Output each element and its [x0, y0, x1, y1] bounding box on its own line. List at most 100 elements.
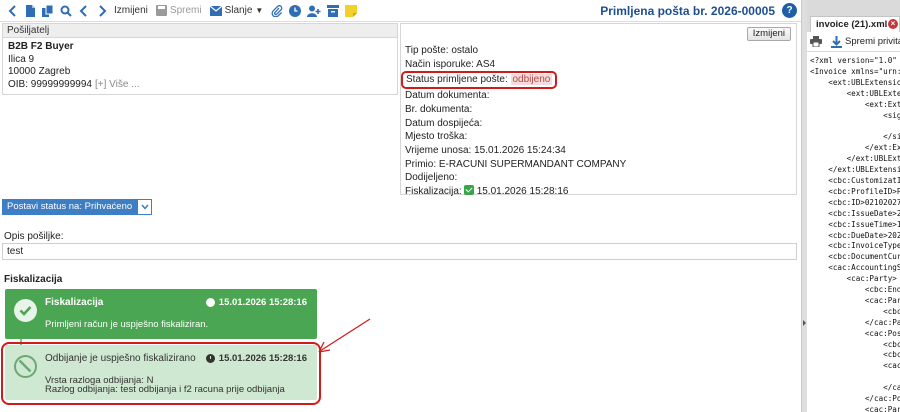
- xml-line: <cbc: [810, 306, 900, 316]
- assigned-to: Dodijeljeno:: [405, 172, 458, 184]
- status-highlight: Status primljene pošte: odbijeno: [401, 71, 558, 90]
- sender-city: 10000 Zagreb: [8, 66, 71, 77]
- tab-label: invoice (21).xml: [816, 19, 888, 30]
- save-button[interactable]: Spremi: [154, 2, 204, 20]
- rejection-card: Odbijanje je uspješno fiskalizirano 15.0…: [5, 345, 317, 400]
- card-title: Odbijanje je uspješno fiskalizirano: [45, 353, 196, 364]
- xml-line: <ext:UBLExtensio: [810, 77, 900, 87]
- send-label: Slanje: [224, 5, 253, 16]
- show-more-link[interactable]: [+] Više ...: [95, 79, 140, 90]
- document-info-panel: Izmijeni Tip pošte: ostalo Način isporuk…: [400, 23, 797, 198]
- chevron-down-icon: [141, 204, 149, 210]
- set-status-control: Postavi status na: Prihvaćeno: [2, 199, 153, 215]
- description-field[interactable]: test: [2, 243, 797, 260]
- save-attachment-button[interactable]: Spremi privitak: [845, 36, 900, 47]
- xml-line: <cac:AccountingS: [810, 263, 900, 273]
- clock-icon: [205, 298, 215, 307]
- sender-panel-header: Pošiljatelj: [3, 24, 397, 38]
- xml-line: <cac:Pos: [810, 328, 900, 338]
- xml-line: <cbc:IssueTime>1: [810, 219, 900, 229]
- doc-type: Tip pošte: ostalo: [405, 45, 479, 56]
- copy-icon[interactable]: [40, 2, 56, 20]
- cost-place: Mjesto troška:: [405, 131, 468, 143]
- xml-line: <cbc: [810, 339, 900, 349]
- xml-line: <?xml version="1.0" e: [810, 56, 900, 65]
- viewer-toolbar: Spremi privitak: [807, 32, 900, 52]
- status-label: Status primljene pošte:: [406, 74, 508, 86]
- viewer-tabbar: invoice (21).xml ×: [807, 0, 900, 32]
- back-icon[interactable]: [4, 2, 20, 20]
- xml-line: </ext:Ex: [810, 143, 900, 153]
- card-time-text: 15.01.2026 15:28:16: [218, 297, 307, 308]
- new-document-icon[interactable]: [22, 2, 38, 20]
- fiscalization-section-title: Fiskalizacija: [4, 274, 63, 285]
- sender-oib: OIB: 99999999994: [8, 78, 92, 90]
- toolbar: Izmijeni Spremi Slanje ▼ Primljena pošta…: [0, 0, 801, 22]
- xml-line: <cbc: [810, 350, 900, 360]
- xml-line: </cac:Pa: [810, 317, 900, 327]
- edit-info-button[interactable]: Izmijeni: [746, 27, 791, 41]
- previous-icon[interactable]: [76, 2, 92, 20]
- sender-panel: Pošiljatelj B2B F2 Buyer Ilica 9 10000 Z…: [2, 23, 398, 95]
- document-date: Datum dokumenta:: [405, 90, 490, 102]
- help-icon[interactable]: ?: [782, 3, 797, 18]
- fiscalization-time: 15.01.2026 15:28:16: [476, 186, 569, 198]
- set-status-button[interactable]: Postavi status na: Prihvaćeno: [2, 199, 138, 215]
- tab-invoice-xml[interactable]: invoice (21).xml ×: [810, 16, 900, 32]
- xml-line: [810, 121, 900, 132]
- xml-line: <cbc:CustomizatI: [810, 175, 900, 185]
- save-label: Spremi: [169, 5, 202, 16]
- next-icon[interactable]: [94, 2, 110, 20]
- send-menu-button[interactable]: Slanje ▼: [208, 2, 266, 20]
- sender-company: B2B F2 Buyer: [8, 41, 74, 52]
- xml-line: <cbc:End: [810, 285, 900, 295]
- delivery-method: Način isporuke: AS4: [405, 58, 496, 70]
- check-icon: [463, 185, 474, 196]
- xml-line: <cbc:ProfileID>P: [810, 186, 900, 196]
- xml-line: <cbc:InvoiceType: [810, 241, 900, 251]
- xml-content: <?xml version="1.0" e <Invoice xmlns="urn…: [807, 52, 900, 412]
- prohibited-icon: [14, 355, 37, 378]
- xml-line: <cac:Par: [810, 405, 900, 412]
- xml-line: <cac: [810, 361, 900, 371]
- xml-line: <cbc:ID>02102027: [810, 197, 900, 207]
- fiscalization-label: Fiskalizacija:: [405, 186, 462, 198]
- received-by: Primio: E-RACUNI SUPERMANDANT COMPANY: [405, 158, 627, 170]
- fiscalization-success-card: Fiskalizacija 15.01.2026 15:28:16 Primlj…: [5, 289, 317, 339]
- entry-time: Vrijeme unosa: 15.01.2026 15:24:34: [405, 144, 566, 156]
- xml-line: </cac:Po: [810, 394, 900, 404]
- status-dropdown-toggle[interactable]: [137, 199, 153, 215]
- search-icon[interactable]: [58, 2, 74, 20]
- assign-user-icon[interactable]: [305, 2, 323, 20]
- status-badge: odbijeno: [510, 74, 553, 86]
- clock-icon[interactable]: [287, 2, 303, 20]
- document-number: Br. dokumenta:: [405, 103, 473, 115]
- card-time: 15.01.2026 15:28:16: [205, 297, 307, 308]
- edit-button[interactable]: Izmijeni: [112, 2, 150, 20]
- splitter-grip-icon[interactable]: [803, 320, 806, 326]
- rejection-reason: Razlog odbijanja: test odbijanja i f2 ra…: [45, 384, 285, 395]
- attachment-icon[interactable]: [269, 2, 285, 20]
- note-icon[interactable]: [343, 2, 359, 20]
- success-check-icon: [14, 299, 37, 322]
- page-title: Primljena pošta br. 2026-00005: [600, 4, 775, 18]
- card-message: Primljeni račun je uspješno fiskaliziran…: [45, 319, 209, 330]
- archive-icon[interactable]: [325, 2, 341, 20]
- envelope-icon: [209, 5, 222, 16]
- xml-line: </ca: [810, 383, 900, 393]
- xml-line: <cac:Party>: [810, 274, 897, 284]
- xml-line: </ext:UBLExt: [810, 154, 900, 164]
- xml-line: <sig: [810, 110, 900, 120]
- download-icon[interactable]: [831, 35, 842, 48]
- xml-line: <cac:Par: [810, 295, 900, 305]
- close-icon[interactable]: ×: [888, 19, 898, 29]
- card-time: 15.01.2026 15:28:16: [205, 353, 307, 364]
- print-icon[interactable]: [810, 36, 822, 48]
- description-label: Opis pošiljke:: [4, 231, 64, 242]
- xml-line: <ext:UBLExte: [810, 88, 900, 98]
- card-title: Fiskalizacija: [45, 297, 104, 308]
- xml-line: <Invoice xmlns="urn:o: [810, 66, 900, 76]
- app-pane: Izmijeni Spremi Slanje ▼ Primljena pošta…: [0, 0, 801, 412]
- sender-oib-row: OIB: 99999999994 [+] Više ...: [8, 79, 392, 92]
- xml-line: <ext:Ext: [810, 99, 900, 109]
